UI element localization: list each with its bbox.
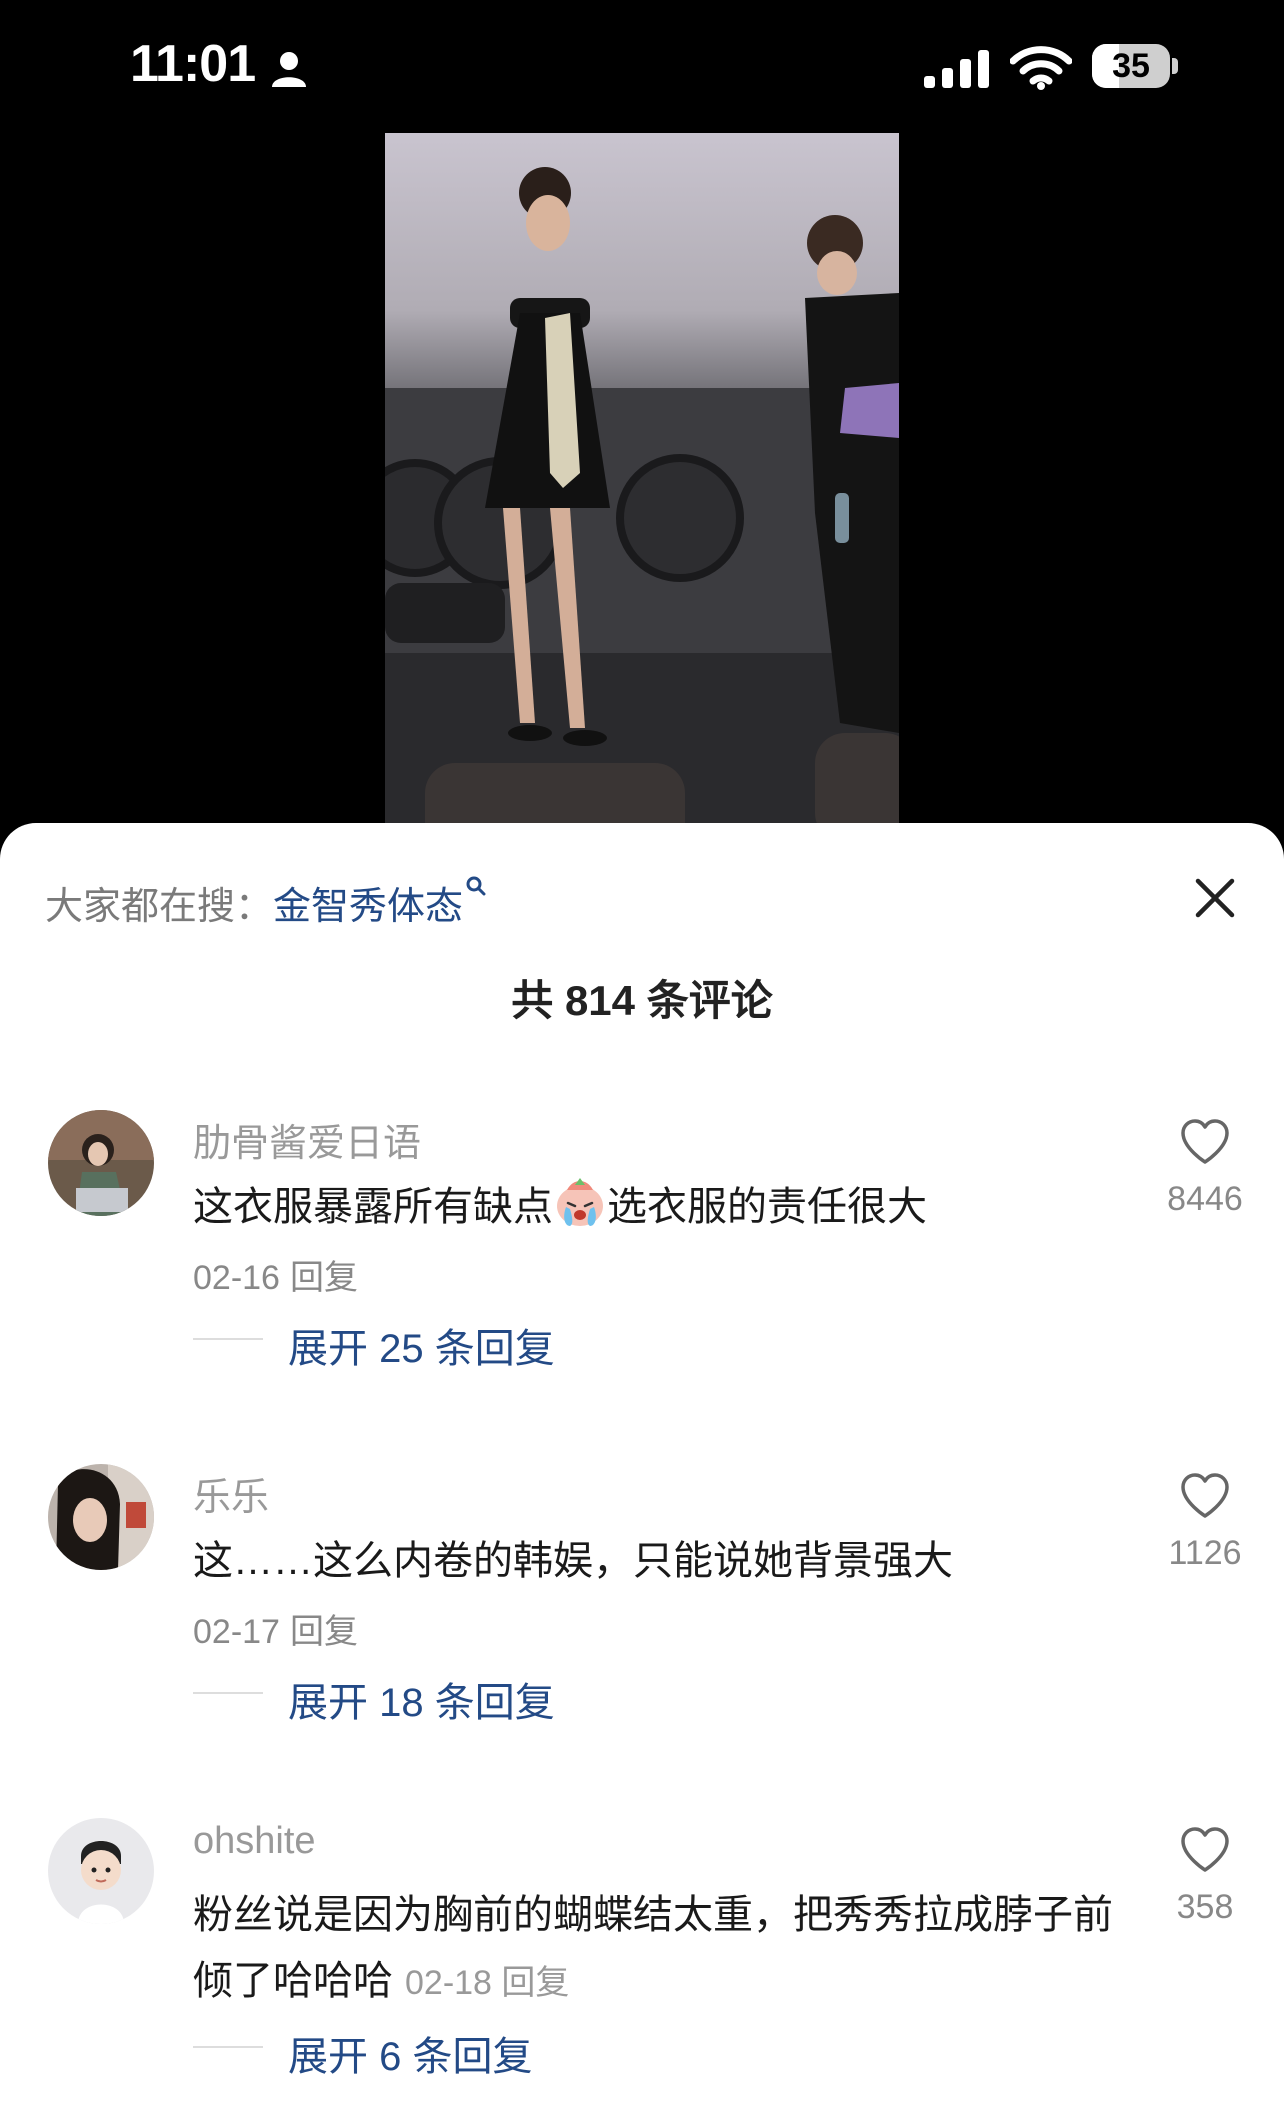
- battery-percentage: 35: [1112, 47, 1150, 85]
- comment-text-part: 这衣服暴露所有缺点: [193, 1185, 553, 1229]
- search-icon: [466, 876, 486, 896]
- wifi-icon: [1010, 46, 1072, 90]
- comment-text-part: 选衣服的责任很大: [607, 1185, 927, 1229]
- comment-text-body: 粉丝说是因为胸前的蝴蝶结太重，把秀秀拉成脖子前倾了哈哈哈: [193, 1893, 1113, 2003]
- comment-username[interactable]: 乐乐: [193, 1466, 269, 1521]
- comment-date: 02-16: [193, 1259, 280, 1297]
- comment-meta: 02-17 回复: [193, 1604, 358, 1653]
- reply-button[interactable]: 回复: [290, 1259, 358, 1297]
- close-icon[interactable]: [1190, 873, 1240, 923]
- heart-icon[interactable]: [1179, 1826, 1231, 1874]
- search-suggestion-term[interactable]: 金智秀体态: [273, 886, 463, 928]
- expand-replies-button[interactable]: 展开 18 条回复: [288, 1670, 555, 1728]
- comment-date: 02-18: [405, 1964, 492, 2002]
- status-bar: 11:01 35: [0, 0, 1284, 130]
- video-player[interactable]: [385, 133, 899, 843]
- like-count: 8446: [1167, 1180, 1243, 1218]
- avatar[interactable]: [48, 1464, 154, 1570]
- battery-tip: [1172, 58, 1178, 74]
- comment-date: 02-17: [193, 1613, 280, 1651]
- expand-replies-button[interactable]: 展开 25 条回复: [288, 1316, 555, 1374]
- comment-meta: 02-16 回复: [193, 1250, 358, 1299]
- reply-button[interactable]: 回复: [501, 1964, 569, 2002]
- divider: [193, 1338, 263, 1340]
- status-time: 11:01: [130, 35, 256, 93]
- comment-username[interactable]: 肋骨酱爱日语: [193, 1112, 421, 1167]
- comment-sheet: 大家都在搜：金智秀体态 共 814 条评论 肋骨酱爱日语 这衣服暴露所有缺点 选…: [0, 823, 1284, 2116]
- crying-face-emoji-icon: [557, 1178, 603, 1226]
- cellular-signal-icon: [924, 50, 989, 88]
- battery-indicator: 35: [1092, 44, 1178, 88]
- comment-text: 这……这么内卷的韩娱，只能说她背景强大: [193, 1539, 953, 1583]
- heart-icon[interactable]: [1179, 1118, 1231, 1166]
- divider: [193, 1692, 263, 1694]
- person-icon: [272, 52, 306, 87]
- comment-count-title: 共 814 条评论: [511, 977, 773, 1024]
- like-count: 358: [1176, 1888, 1234, 1926]
- avatar[interactable]: [48, 1818, 154, 1924]
- battery-icon: 35: [1092, 44, 1170, 88]
- video-frame: [385, 133, 899, 843]
- avatar[interactable]: [48, 1110, 154, 1216]
- search-suggestion[interactable]: 大家都在搜：金智秀体态: [45, 875, 487, 930]
- divider: [193, 2046, 263, 2048]
- like-count: 1126: [1168, 1534, 1242, 1572]
- search-suggestion-label: 大家都在搜：: [45, 886, 274, 928]
- comment-text: 粉丝说是因为胸前的蝴蝶结太重，把秀秀拉成脖子前倾了哈哈哈 02-18 回复: [193, 1882, 1123, 2016]
- comment-text: 这衣服暴露所有缺点 选衣服的责任很大: [193, 1174, 1123, 1240]
- comment-meta: 02-18 回复: [405, 1964, 569, 2002]
- comment-username[interactable]: ohshite: [193, 1820, 316, 1863]
- heart-icon[interactable]: [1179, 1472, 1231, 1520]
- expand-replies-button[interactable]: 展开 6 条回复: [288, 2024, 532, 2082]
- reply-button[interactable]: 回复: [290, 1613, 358, 1651]
